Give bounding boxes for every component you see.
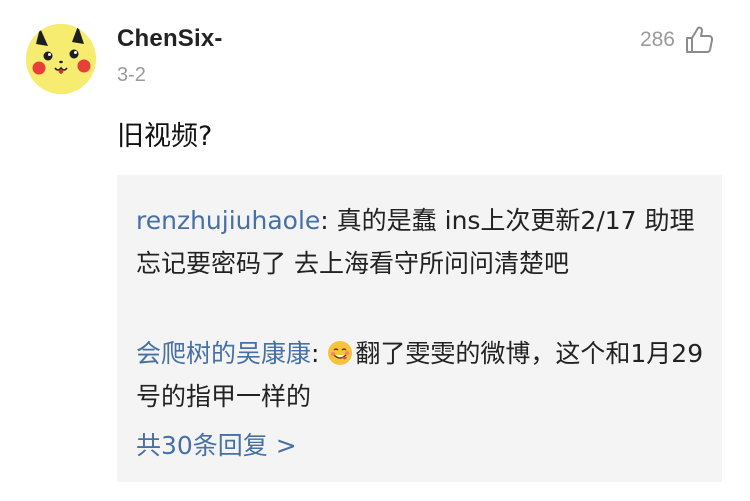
reply-item: 会爬树的吴康康: 翻了雯雯的微博，这个和1月29号的指甲一样的: [136, 332, 704, 418]
avatar[interactable]: [26, 24, 96, 94]
reply-author[interactable]: renzhujiuhaole: [136, 206, 320, 235]
username[interactable]: ChenSix-: [117, 25, 223, 53]
replies-box: renzhujiuhaole: 真的是蠢 ins上次更新2/17 助理忘记要密码…: [117, 175, 722, 482]
thumbs-up-icon[interactable]: [683, 24, 715, 56]
comment-date: 3-2: [117, 64, 146, 86]
pikachu-avatar-icon: [26, 24, 96, 94]
reply-separator: :: [311, 339, 328, 368]
comment-text: 旧视频?: [117, 121, 213, 152]
reply-separator: :: [320, 206, 337, 235]
yummy-face-emoji-icon: [327, 340, 353, 366]
reply-author[interactable]: 会爬树的吴康康: [136, 339, 311, 368]
view-all-replies-link[interactable]: 共30条回复 >: [136, 424, 297, 467]
like-count: 286: [639, 28, 675, 51]
reply-item: renzhujiuhaole: 真的是蠢 ins上次更新2/17 助理忘记要密码…: [136, 199, 704, 285]
comment-card: ChenSix- 3-2 286 旧视频? renzhujiuhaole: 真的…: [0, 0, 750, 501]
like-button[interactable]: 286: [640, 24, 715, 56]
